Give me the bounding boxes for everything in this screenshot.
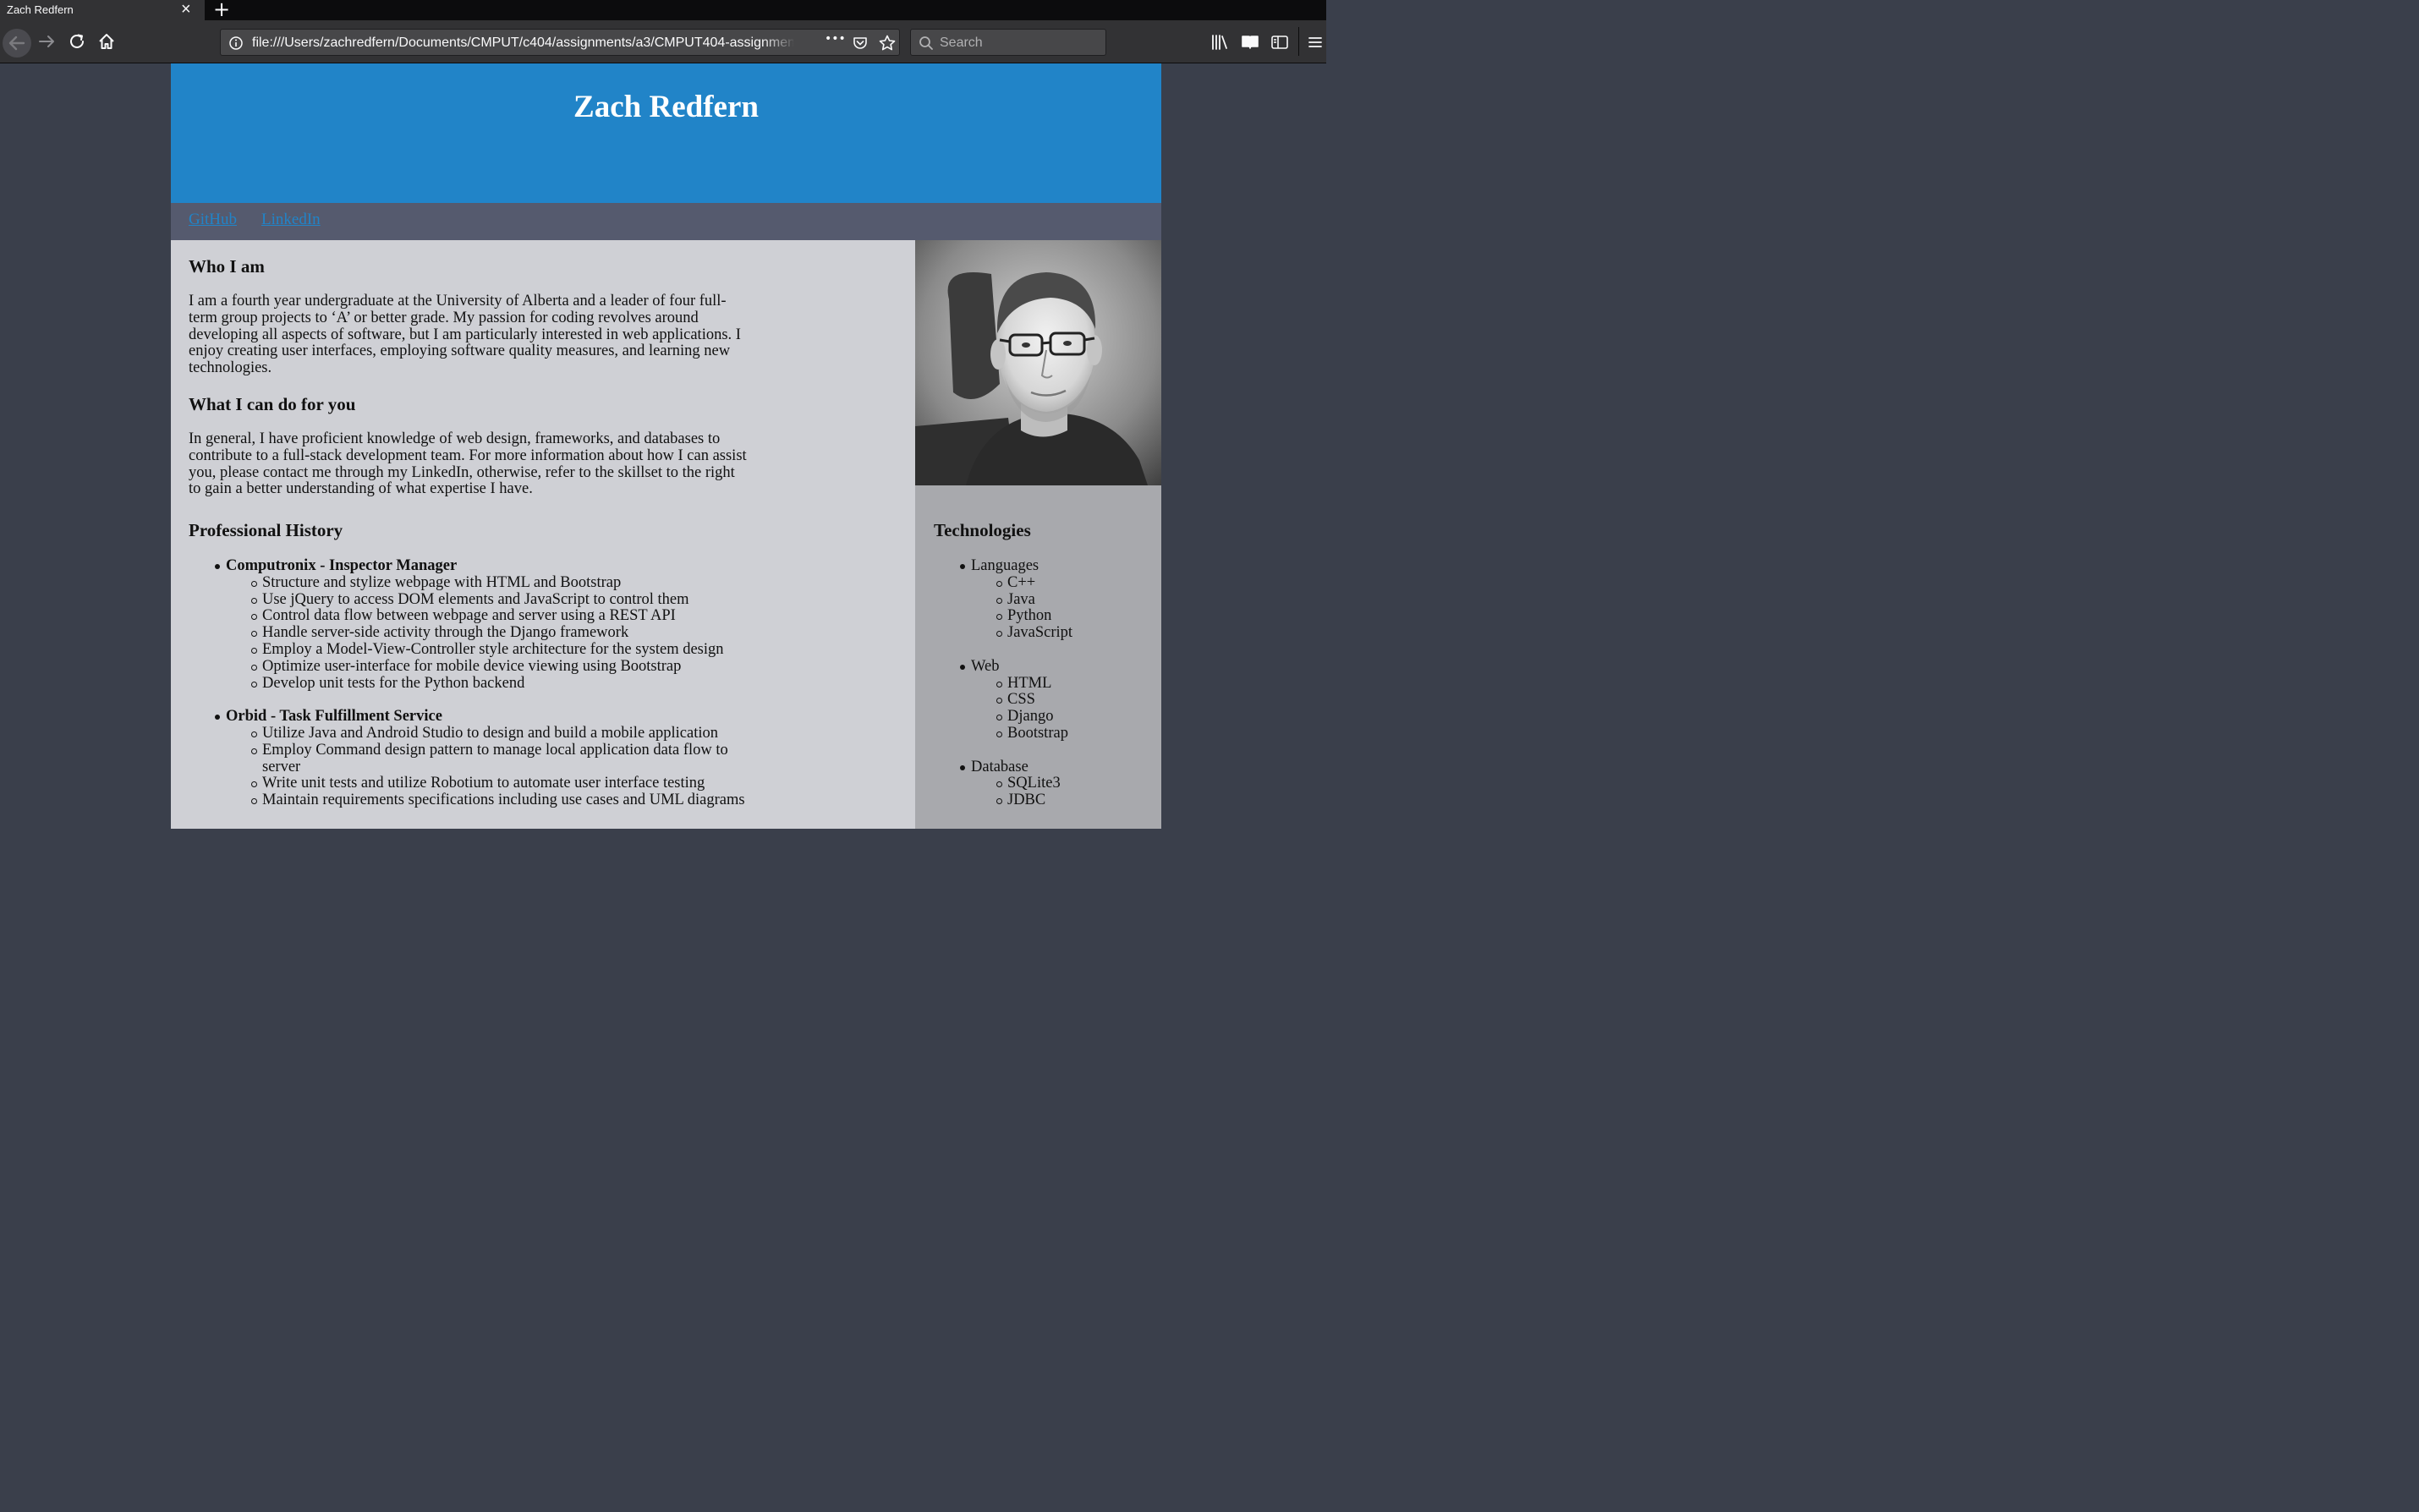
close-tab-icon[interactable]: × <box>181 1 191 18</box>
job-duties: Utilize Java and Android Studio to desig… <box>226 725 764 809</box>
list-item: Database SQLite3 JDBC <box>934 759 1154 809</box>
home-button[interactable] <box>95 30 118 53</box>
who-paragraph: I am a fourth year undergraduate at the … <box>189 293 741 377</box>
list-item: Computronix - Inspector Manager Structur… <box>189 557 764 693</box>
list-item: Java <box>971 591 1154 609</box>
reader-view-icon[interactable] <box>1241 35 1259 50</box>
list-item: Django <box>971 708 1154 726</box>
pocket-icon[interactable] <box>852 35 869 52</box>
home-icon <box>99 34 114 49</box>
list-item: JDBC <box>971 792 1154 809</box>
list-item: SQLite3 <box>971 775 1154 792</box>
list-item: HTML <box>971 675 1154 693</box>
toolbar-divider <box>1298 27 1299 56</box>
list-item: Employ a Model-View-Controller style arc… <box>226 641 764 659</box>
list-item: Languages C++ Java Python JavaScript <box>934 557 1154 642</box>
list-item: Python <box>971 608 1154 625</box>
job-duties: Structure and stylize webpage with HTML … <box>226 574 764 693</box>
search-bar[interactable]: Search <box>910 29 1106 56</box>
job-list: Computronix - Inspector Manager Structur… <box>189 557 764 826</box>
list-item: Write unit tests and utilize Robotium to… <box>226 775 764 792</box>
list-item: CSS <box>971 692 1154 709</box>
url-bar[interactable]: file:///Users/zachredfern/Documents/CMPU… <box>220 29 900 56</box>
search-input[interactable]: Search <box>940 36 983 51</box>
list-item: Maintain requirements specifications inc… <box>226 792 764 809</box>
linkedin-link[interactable]: LinkedIn <box>261 211 321 229</box>
reload-button[interactable] <box>65 30 89 53</box>
what-heading: What I can do for you <box>189 394 356 414</box>
job-title: Orbid - Task Fulfillment Service <box>226 708 442 726</box>
tech-category: Languages <box>971 557 1039 574</box>
tech-items: C++ Java Python JavaScript <box>971 574 1154 642</box>
sidebar: Technologies Languages C++ Java Python J… <box>915 240 1161 829</box>
tech-items: HTML CSS Django Bootstrap <box>971 675 1154 742</box>
link-bar: GitHub LinkedIn <box>171 203 1161 240</box>
profile-photo-image <box>915 240 1161 485</box>
forward-arrow-icon <box>39 36 54 47</box>
tab-active[interactable]: Zach Redfern × <box>0 0 205 20</box>
url-text[interactable]: file:///Users/zachredfern/Documents/CMPU… <box>252 36 793 51</box>
tab-title: Zach Redfern <box>7 3 74 16</box>
technologies-list: Languages C++ Java Python JavaScript Web… <box>934 557 1154 826</box>
tech-category: Web <box>971 657 1000 675</box>
tab-strip: Zach Redfern × + <box>0 0 1326 20</box>
github-link[interactable]: GitHub <box>189 211 237 229</box>
library-icon[interactable] <box>1211 34 1230 51</box>
what-paragraph: In general, I have proficient knowledge … <box>189 430 747 498</box>
list-item: Orbid - Task Fulfillment Service Utilize… <box>189 708 764 809</box>
sidebar-toggle-icon[interactable] <box>1270 35 1289 50</box>
back-button[interactable] <box>3 29 31 58</box>
search-icon <box>919 36 933 50</box>
list-item: Optimize user-interface for mobile devic… <box>226 658 764 676</box>
forward-button[interactable] <box>36 30 59 53</box>
url-fade <box>762 31 796 53</box>
who-heading: Who I am <box>189 256 265 277</box>
page-actions-menu-icon[interactable]: ••• <box>825 32 846 46</box>
page-header: Zach Redfern <box>171 63 1161 203</box>
bookmark-star-icon[interactable] <box>878 34 897 52</box>
list-item: C++ <box>971 574 1154 592</box>
list-item: Develop unit tests for the Python backen… <box>226 675 764 693</box>
new-tab-icon[interactable]: + <box>213 0 230 19</box>
list-item: Bootstrap <box>971 725 1154 742</box>
job-title: Computronix - Inspector Manager <box>226 557 458 574</box>
back-arrow-icon <box>8 36 25 51</box>
list-item: Control data flow between webpage and se… <box>226 608 764 625</box>
resume-page: Zach Redfern GitHub LinkedIn Who I am I … <box>171 63 1161 829</box>
list-item: Use jQuery to access DOM elements and Ja… <box>226 591 764 609</box>
list-item: Utilize Java and Android Studio to desig… <box>226 725 764 742</box>
history-heading: Professional History <box>189 520 343 540</box>
main-content: Who I am I am a fourth year undergraduat… <box>171 240 915 829</box>
tech-category: Database <box>971 758 1028 775</box>
list-item: JavaScript <box>971 624 1154 642</box>
list-item: Handle server-side activity through the … <box>226 624 764 642</box>
hamburger-menu-icon[interactable] <box>1308 36 1323 49</box>
navigation-toolbar: file:///Users/zachredfern/Documents/CMPU… <box>0 20 1326 63</box>
info-icon[interactable] <box>228 36 244 51</box>
list-item: Structure and stylize webpage with HTML … <box>226 574 764 592</box>
profile-photo <box>915 240 1161 485</box>
list-item: Web HTML CSS Django Bootstrap <box>934 657 1154 742</box>
page-title: Zach Redfern <box>573 90 759 124</box>
list-item: Employ Command design pattern to manage … <box>226 742 764 776</box>
tech-items: SQLite3 JDBC <box>971 775 1154 809</box>
reload-icon <box>70 34 84 48</box>
technologies-heading: Technologies <box>934 520 1031 540</box>
